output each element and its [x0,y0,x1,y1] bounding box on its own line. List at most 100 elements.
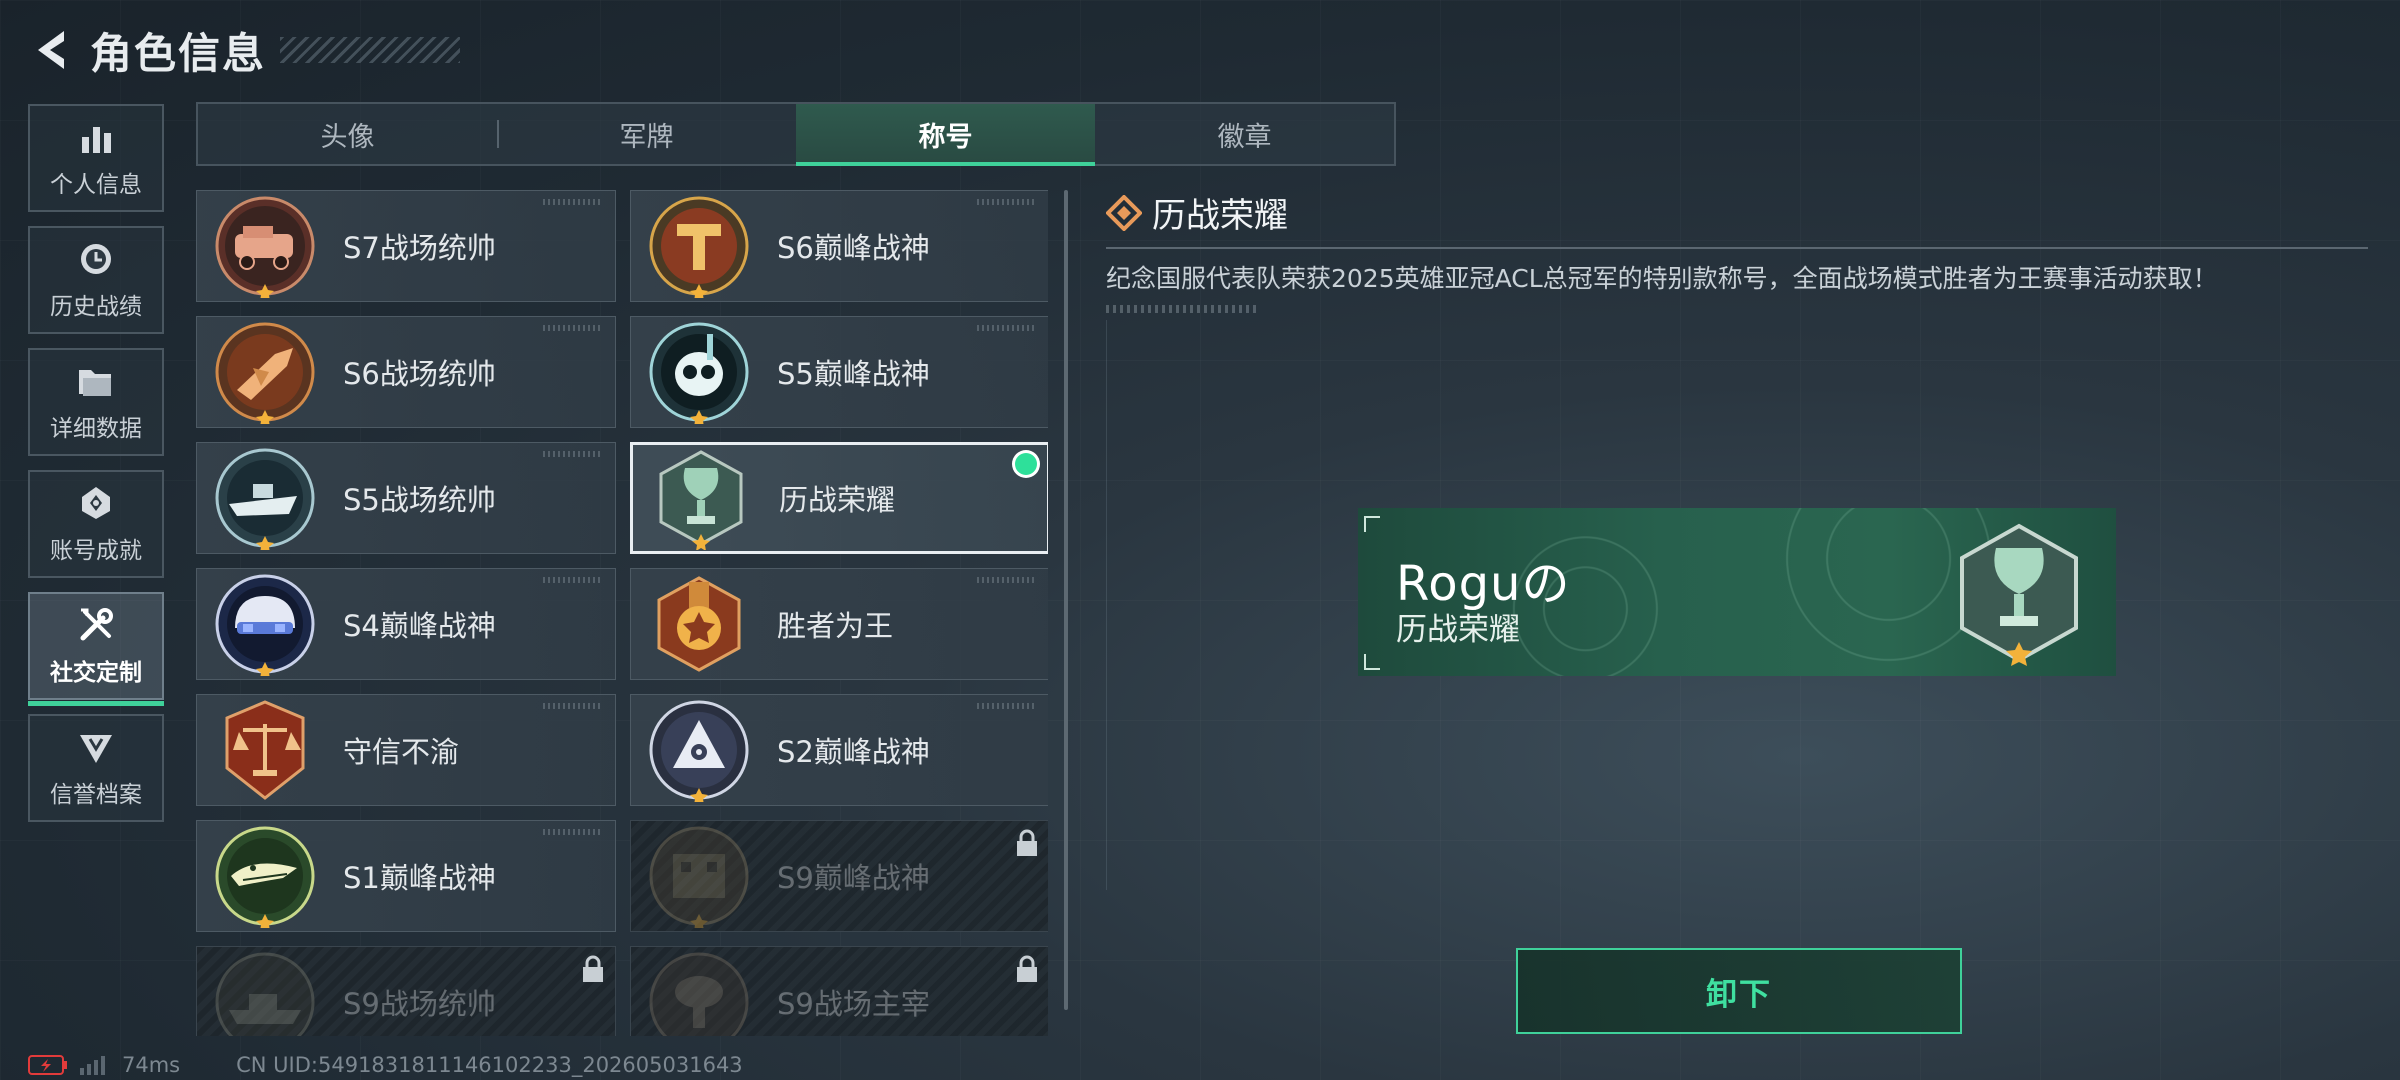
nav-item-reputation[interactable]: 信誉档案 [28,714,164,822]
signal-icon [80,1056,105,1075]
t-emblem-badge-icon [647,194,751,301]
diver-skull-badge-icon [647,320,751,427]
title-label: S5巅峰战神 [777,357,930,391]
detail-description: 纪念国服代表队荣获2025英雄亚冠ACL总冠军的特别款称号，全面战场模式胜者为王… [1106,264,2218,293]
card-decoration [977,577,1037,583]
title-card-locked[interactable]: S9战场主宰 [630,946,1048,1036]
status-bar: 74ms CN UID:5491831811146102233_20260503… [28,1052,743,1078]
tab-title[interactable]: 称号 [796,104,1095,166]
title-card[interactable]: S1巅峰战神 [196,820,616,932]
tab-bar: 头像 军牌 称号 徽章 [196,102,1396,166]
scales-badge-icon [213,698,317,802]
tab-dog-tag[interactable]: 军牌 [497,104,796,164]
title-label: S9巅峰战神 [777,861,930,895]
card-decoration [543,577,603,583]
triangle-eye-badge-icon [647,698,751,805]
nav-item-social-custom[interactable]: 社交定制 [28,592,164,706]
title-label: S6巅峰战神 [777,231,930,265]
nameplate-title: 历战荣耀 [1396,612,1520,648]
title-card[interactable]: S4巅峰战神 [196,568,616,680]
tab-avatar[interactable]: 头像 [198,104,497,164]
nav-label: 详细数据 [50,416,142,442]
card-decoration [543,199,603,205]
unequip-label: 卸下 [1706,976,1772,1013]
diamond-icon [1106,194,1142,231]
card-decoration [543,451,603,457]
star-medal-badge-icon [647,572,751,676]
title-label: S5战场统帅 [343,483,496,517]
armored-vehicle-badge-icon [213,194,317,301]
detail-decoration [1106,305,1256,313]
card-decoration [977,325,1037,331]
nav-label: 社交定制 [50,660,142,686]
title-label: S9战场主宰 [777,987,930,1021]
corner-mark [1364,654,1380,670]
lock-icon [1017,955,1037,982]
nav-label: 历史战绩 [50,294,142,320]
card-decoration [977,199,1037,205]
warship-badge-icon [213,950,317,1036]
nav-item-history[interactable]: 历史战绩 [28,226,164,334]
title-card[interactable]: 胜者为王 [630,568,1048,680]
title-label: S1巅峰战神 [343,861,496,895]
nav-item-detailed-data[interactable]: 详细数据 [28,348,164,456]
clock-icon [76,239,116,279]
title-card[interactable]: S5巅峰战神 [630,316,1048,428]
uid-text: CN UID:5491831811146102233_202605031643 [236,1053,743,1077]
back-arrow-icon[interactable] [28,25,72,75]
title-card-selected[interactable]: 历战荣耀 [630,442,1048,554]
nav-item-achievements[interactable]: 账号成就 [28,470,164,578]
title-card-locked[interactable]: S9巅峰战神 [630,820,1048,932]
shield-emblem-icon [76,727,116,767]
title-card[interactable]: S6巅峰战神 [630,190,1048,302]
achievement-icon [76,483,116,523]
nav-label: 信誉档案 [50,782,142,808]
title-card[interactable]: S5战场统帅 [196,442,616,554]
side-nav: 个人信息 历史战绩 详细数据 账号成就 社交定制 信誉档案 [28,104,166,836]
unequip-button[interactable]: 卸下 [1516,948,1962,1034]
title-list: S7战场统帅 S6巅峰战神 S6战场统帅 S5巅峰战神 S5战场统帅 历战荣耀 … [196,190,1048,1036]
tab-badge[interactable]: 徽章 [1095,104,1394,164]
ping-text: 74ms [122,1053,181,1077]
trophy-badge-icon [649,446,753,551]
bar-chart-icon [76,117,116,157]
battery-icon [28,1055,67,1075]
trophy-badge-icon [1960,523,2078,666]
nav-label: 个人信息 [50,172,142,198]
title-label: S7战场统帅 [343,231,496,265]
card-decoration [543,703,603,709]
card-decoration [543,829,603,835]
nav-item-profile[interactable]: 个人信息 [28,104,164,212]
title-label: S2巅峰战神 [777,735,930,769]
corner-mark [1364,516,1380,532]
divider [1106,247,2368,249]
title-label: 历战荣耀 [779,483,896,517]
card-decoration [977,703,1037,709]
tools-icon [76,605,116,645]
mushroom-cloud-badge-icon [647,950,751,1036]
folder-icon [76,361,116,401]
title-label: S6战场统帅 [343,357,496,391]
lock-icon [1017,829,1037,856]
title-card[interactable]: S7战场统帅 [196,190,616,302]
detail-title: 历战荣耀 [1152,196,1288,236]
title-label: S9战场统帅 [343,987,496,1021]
nav-label: 账号成就 [50,538,142,564]
title-card[interactable]: S6战场统帅 [196,316,616,428]
speedboat-badge-icon [213,446,317,553]
title-card[interactable]: S2巅峰战神 [630,694,1048,806]
jet-fighter-badge-icon [213,320,317,427]
card-decoration [543,325,603,331]
title-card[interactable]: 守信不渝 [196,694,616,806]
header: 角色信息 [28,18,461,82]
title-card-locked[interactable]: S9战场统帅 [196,946,616,1036]
equipped-indicator [1015,453,1037,475]
building-badge-icon [647,824,751,931]
list-scrollbar[interactable] [1064,190,1068,1010]
title-label: 胜者为王 [777,609,894,643]
crocodile-badge-icon [213,824,317,931]
title-decoration [280,37,461,63]
helmet-badge-icon [213,572,317,679]
lock-icon [583,955,603,982]
nameplate-preview: Roguの 历战荣耀 [1358,508,2116,676]
